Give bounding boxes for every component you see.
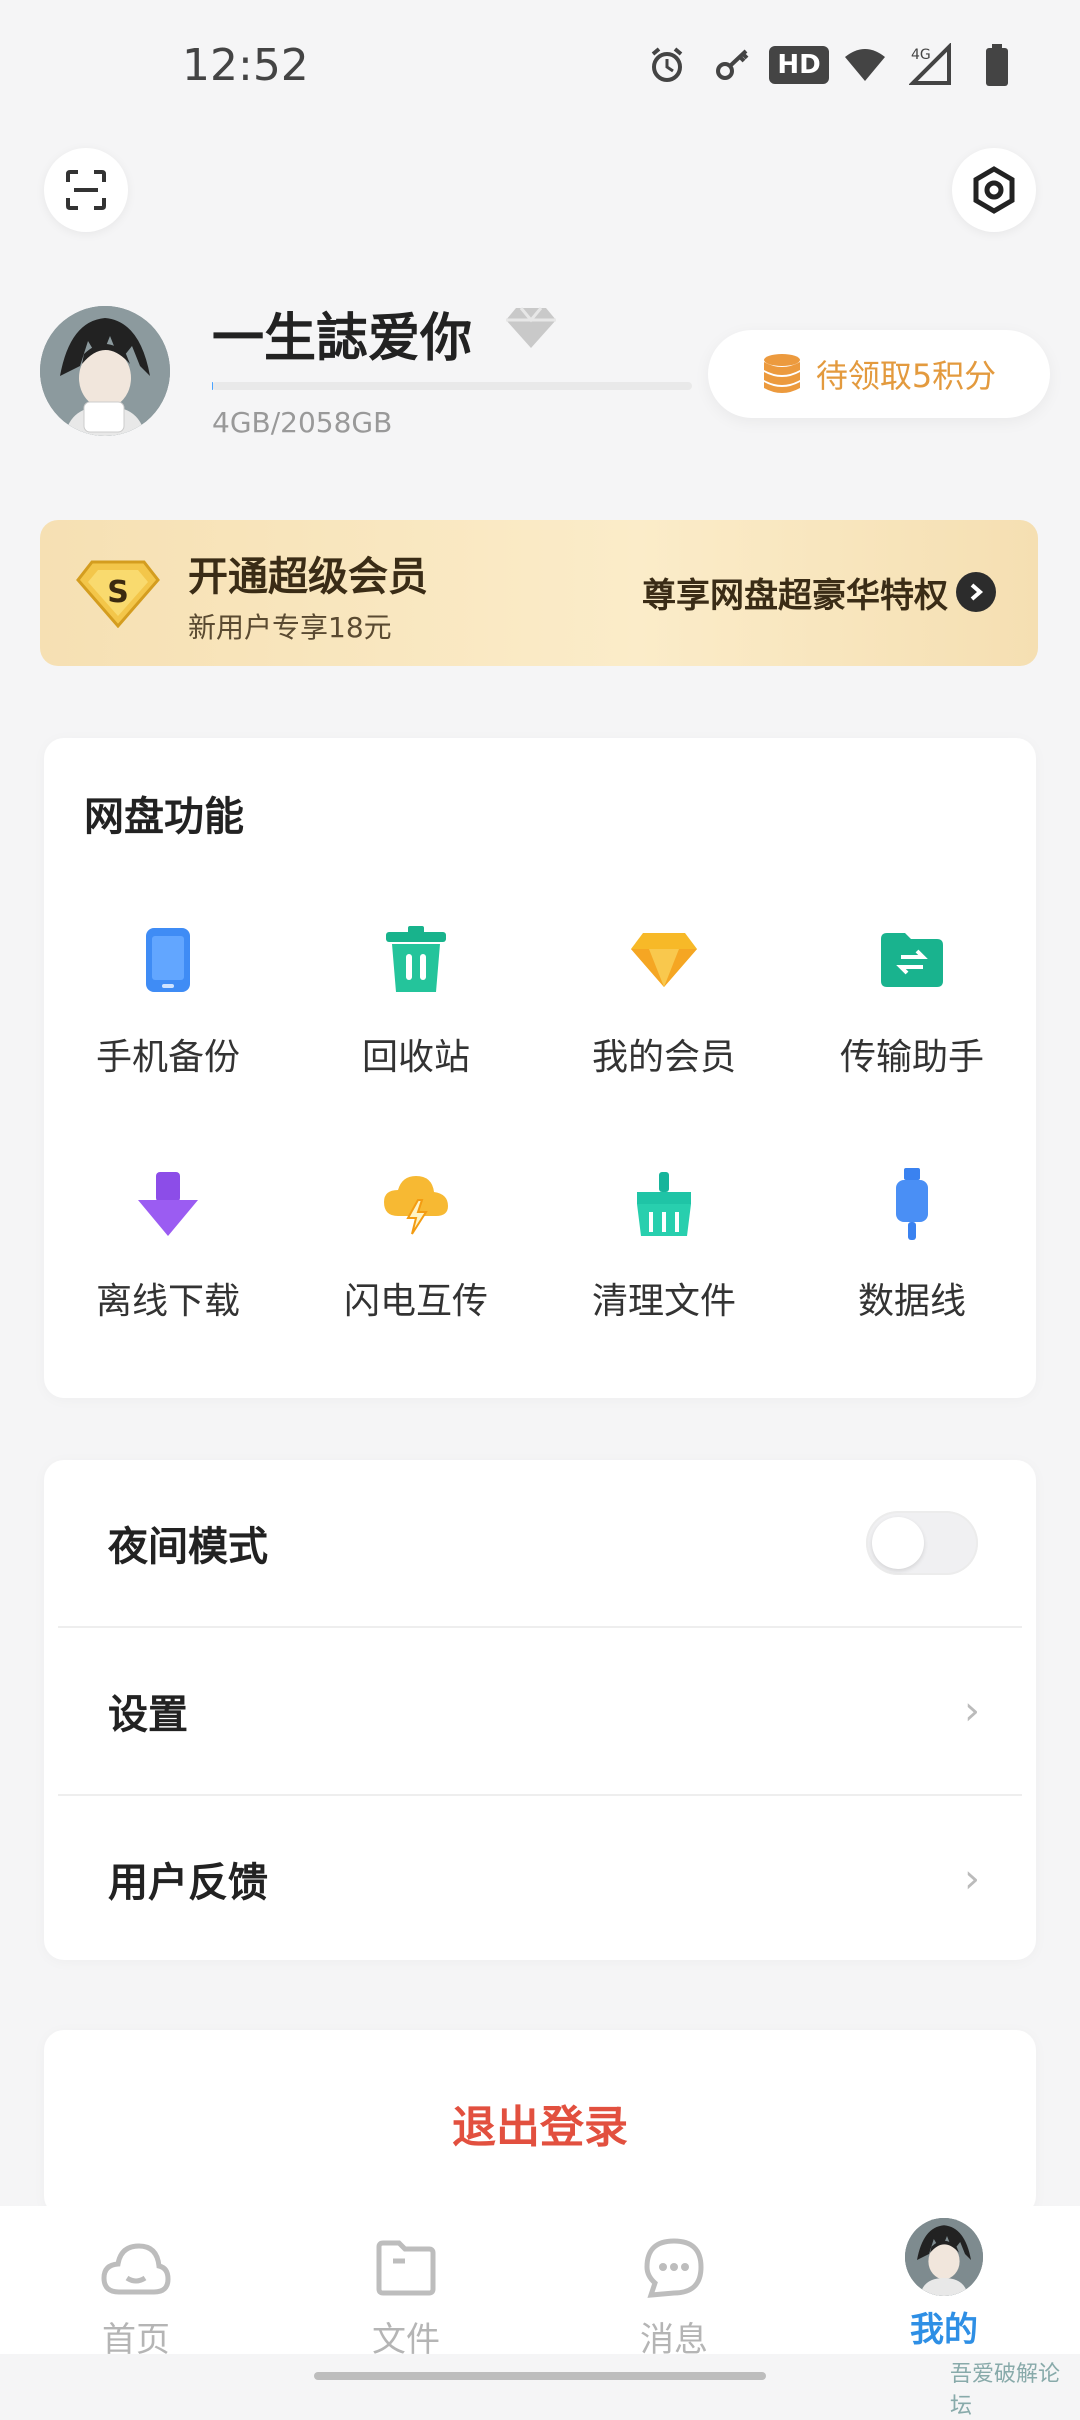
feature-label: 离线下载 (95, 1281, 240, 1322)
feature-transfer-assistant[interactable]: 传输助手 (788, 918, 1036, 1080)
key-icon (710, 42, 756, 88)
status-icons: HD 4G (644, 42, 1020, 88)
svg-text:4G: 4G (911, 47, 931, 63)
settings-card: 夜间模式 设置 › 用户反馈 › (44, 1460, 1036, 1960)
bottom-nav: 首页 文件 消息 我的 (0, 2206, 1080, 2360)
settings-row[interactable]: 设置 › (44, 1628, 1036, 1794)
cloud-icon (98, 2230, 174, 2306)
usb-cable-icon (870, 1162, 954, 1246)
chevron-right-icon: › (964, 1856, 980, 1902)
avatar[interactable] (40, 306, 170, 436)
status-time: 12:52 (182, 40, 309, 91)
nav-messages[interactable]: 消息 (594, 2230, 754, 2361)
feature-data-cable[interactable]: 数据线 (788, 1162, 1036, 1324)
nav-label: 消息 (640, 2320, 708, 2360)
folder-icon (368, 2230, 444, 2306)
feature-label: 手机备份 (95, 1037, 240, 1078)
super-vip-badge-icon: S (76, 560, 160, 629)
features-card: 网盘功能 手机备份 回收站 我的会员 传输助手 离线下载 闪电互传 清理文件 数… (44, 738, 1036, 1398)
watermark: 吾爱破解论坛 (950, 2362, 1061, 2419)
vip-banner[interactable]: S 开通超级会员 新用户专享18元 尊享网盘超豪华特权 (40, 520, 1038, 666)
chevron-right-icon[interactable] (956, 572, 996, 612)
username: 一生誌爱你 (212, 309, 473, 369)
coins-icon (763, 354, 800, 393)
feature-my-membership[interactable]: 我的会员 (540, 918, 788, 1080)
night-mode-label: 夜间模式 (108, 1524, 268, 1570)
storage-text: 4GB/2058GB (212, 406, 393, 439)
feature-offline-download[interactable]: 离线下载 (44, 1162, 292, 1324)
battery-icon (974, 42, 1020, 88)
nav-label: 首页 (102, 2320, 170, 2360)
vip-title: 开通超级会员 (188, 554, 428, 600)
nav-files[interactable]: 文件 (326, 2230, 486, 2361)
feature-label: 传输助手 (839, 1037, 984, 1078)
points-label: 待领取5积分 (815, 357, 997, 395)
feature-lightning-transfer[interactable]: 闪电互传 (292, 1162, 540, 1324)
alarm-icon (644, 42, 690, 88)
points-button[interactable]: 待领取5积分 (708, 330, 1050, 418)
feedback-label: 用户反馈 (108, 1860, 268, 1906)
trash-icon (374, 918, 458, 1002)
svg-text:S: S (107, 575, 129, 610)
feature-label: 清理文件 (591, 1281, 736, 1322)
chevron-right-icon: › (964, 1688, 980, 1734)
feature-phone-backup[interactable]: 手机备份 (44, 918, 292, 1080)
features-grid: 手机备份 回收站 我的会员 传输助手 离线下载 闪电互传 清理文件 数据线 (44, 918, 1036, 1324)
hd-icon: HD (769, 42, 829, 88)
broom-icon (622, 1162, 706, 1246)
feedback-row[interactable]: 用户反馈 › (44, 1796, 1036, 1962)
settings-label: 设置 (108, 1692, 188, 1738)
gear-icon (973, 166, 1015, 214)
scan-button[interactable] (44, 148, 128, 232)
night-mode-toggle[interactable] (866, 1511, 978, 1575)
feature-clean-files[interactable]: 清理文件 (540, 1162, 788, 1324)
settings-gear-button[interactable] (952, 148, 1036, 232)
logout-label: 退出登录 (452, 2102, 628, 2153)
features-title: 网盘功能 (84, 794, 244, 840)
feature-label: 闪电互传 (343, 1281, 488, 1322)
feature-label: 数据线 (857, 1281, 966, 1322)
diamond-level-icon (504, 306, 558, 354)
lightning-cloud-icon (374, 1162, 458, 1246)
feature-label: 我的会员 (591, 1037, 736, 1078)
nav-label: 文件 (372, 2320, 440, 2360)
phone-backup-icon (126, 918, 210, 1002)
nav-home[interactable]: 首页 (56, 2230, 216, 2361)
feature-label: 回收站 (361, 1037, 470, 1078)
night-mode-row: 夜间模式 (44, 1460, 1036, 1626)
wifi-icon (842, 42, 888, 88)
gesture-bar[interactable] (314, 2372, 766, 2380)
feature-recycle-bin[interactable]: 回收站 (292, 918, 540, 1080)
transfer-folder-icon (870, 918, 954, 1002)
chat-bubble-icon (636, 2230, 712, 2306)
vip-subtitle: 新用户专享18元 (188, 611, 392, 644)
storage-bar (212, 382, 692, 390)
nav-label: 我的 (910, 2310, 978, 2350)
scan-icon (66, 170, 106, 210)
nav-avatar (905, 2218, 983, 2296)
download-arrow-icon (126, 1162, 210, 1246)
logout-button[interactable]: 退出登录 (44, 2030, 1036, 2216)
4g-signal-icon: 4G (908, 42, 954, 88)
diamond-icon (622, 918, 706, 1002)
vip-privilege-text: 尊享网盘超豪华特权 (642, 576, 948, 616)
nav-mine[interactable]: 我的 (864, 2218, 1024, 2351)
